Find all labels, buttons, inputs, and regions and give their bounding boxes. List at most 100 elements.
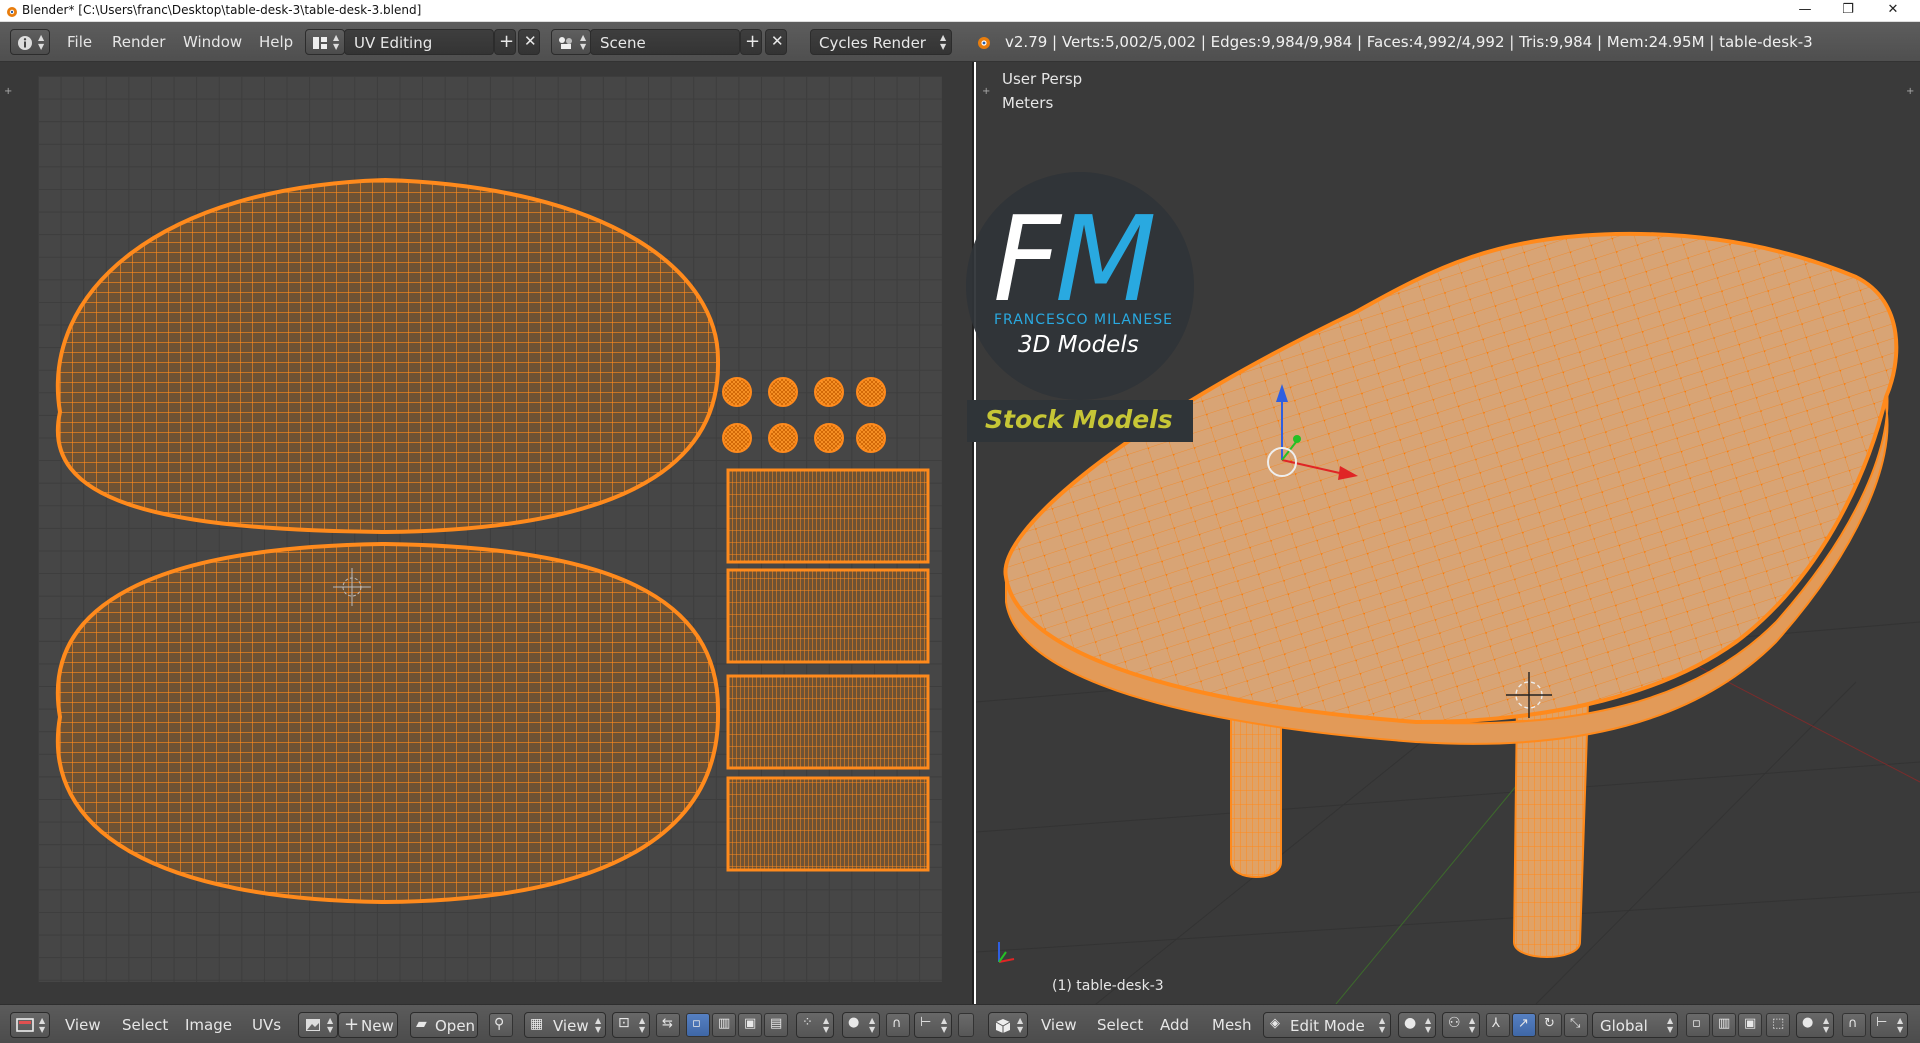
translate-manipulator-button[interactable]: ↗ — [1512, 1013, 1536, 1037]
snap-3d-toggle-button[interactable]: ∩ — [1842, 1013, 1866, 1037]
screen-layout-field[interactable]: UV Editing — [344, 29, 494, 55]
image-browse[interactable]: ▲ ▼ — [298, 1012, 338, 1038]
view3d-editor-type-menu[interactable]: ▲ ▼ — [988, 1012, 1028, 1038]
sync-icon: ⇆ — [662, 1016, 673, 1031]
pivot-dropdown[interactable]: ⊡ ▲ ▼ — [612, 1012, 650, 1038]
menu-render[interactable]: Render — [112, 33, 165, 51]
view3d-menu-view[interactable]: View — [1041, 1016, 1077, 1034]
uv-editor-type-menu[interactable]: ▲ ▼ — [10, 1012, 50, 1038]
uv-menu-uvs[interactable]: UVs — [252, 1016, 281, 1034]
pivot-point-dropdown[interactable]: ⚇ ▲ ▼ — [1442, 1012, 1480, 1038]
face-mode-icon: ▣ — [1744, 1016, 1757, 1031]
pivot-icon: ⚇ — [1448, 1015, 1461, 1031]
shading-sphere-icon: ● — [1404, 1015, 1417, 1031]
island-select-button[interactable]: ▤ — [764, 1013, 788, 1037]
chevron-updown-icon: ▲ ▼ — [1469, 1016, 1476, 1034]
scene-icon — [559, 37, 572, 49]
add-layout-button[interactable]: + — [494, 29, 516, 55]
scene-field[interactable]: Scene — [590, 29, 740, 55]
maximize-button[interactable]: ❐ — [1825, 0, 1871, 22]
watermark-stock-banner: Stock Models — [967, 400, 1193, 442]
sticky-select-dropdown[interactable]: ⁘ ▲ ▼ — [796, 1012, 834, 1038]
snap-element-icon: ⊢ — [920, 1015, 932, 1030]
viewport-shading-dropdown[interactable]: ● ▲ ▼ — [1398, 1012, 1436, 1038]
close-button[interactable]: ✕ — [1870, 0, 1916, 22]
remove-layout-button[interactable]: ✕ — [518, 29, 540, 55]
chevron-updown-icon: ▲ ▼ — [1379, 1016, 1386, 1034]
remove-scene-button[interactable]: ✕ — [765, 29, 787, 55]
snap-3d-element-dropdown[interactable]: ⊢ ▲ ▼ — [1870, 1012, 1908, 1038]
proportional-edit-dropdown[interactable]: ● ▲ ▼ — [842, 1012, 880, 1038]
uv-menu-view[interactable]: View — [65, 1016, 101, 1034]
folder-icon: ▰ — [416, 1016, 427, 1032]
vertex-select-button[interactable]: ▫ — [686, 1013, 710, 1037]
view3d-menu-mesh[interactable]: Mesh — [1212, 1016, 1252, 1034]
proportional-icon: ● — [848, 1015, 860, 1030]
image-icon — [306, 1019, 320, 1031]
chevron-updown-icon: ▲ ▼ — [39, 1016, 46, 1034]
scale-manipulator-button[interactable]: ⤡ — [1564, 1013, 1588, 1037]
scene-name: Scene — [600, 34, 646, 52]
manipulator-toggle-button[interactable]: ⅄ — [1486, 1013, 1510, 1037]
new-image-button[interactable]: + New — [338, 1012, 398, 1038]
scene-browse[interactable]: ▲ ▼ — [551, 29, 591, 55]
pin-icon: ⚲ — [494, 1016, 505, 1032]
menu-window[interactable]: Window — [183, 33, 242, 51]
layer-1-button[interactable]: ▫ — [1686, 1013, 1710, 1037]
editor-headers: ▲ ▼ View Select Image UVs ▲ ▼ + New ▰ Open… — [0, 1004, 1920, 1043]
uv-islands[interactable] — [0, 62, 974, 1004]
magnet-icon: ∩ — [892, 1016, 902, 1031]
watermark-logo-subtitle: 3D Models — [1018, 332, 1139, 358]
interaction-mode-dropdown[interactable]: ◈ Edit Mode ▲ ▼ — [1263, 1012, 1391, 1038]
close-icon: ✕ — [771, 32, 784, 50]
limit-selection-button[interactable]: ⬚ — [1766, 1013, 1790, 1037]
minimize-button[interactable]: — — [1782, 0, 1828, 22]
rotate-manipulator-button[interactable]: ↻ — [1538, 1013, 1562, 1037]
view3d-menu-select[interactable]: Select — [1097, 1016, 1143, 1034]
proportional-icon: ● — [1802, 1015, 1814, 1030]
watermark-logo-fm: FM — [993, 190, 1157, 328]
proportional-edit-3d-dropdown[interactable]: ● ▲ ▼ — [1796, 1012, 1834, 1038]
face-mode-button[interactable]: ▣ — [1738, 1013, 1762, 1037]
cube-icon — [995, 1019, 1011, 1033]
uv-image-editor[interactable]: + — [0, 62, 974, 1004]
pin-image-button[interactable]: ⚲ — [489, 1013, 513, 1037]
transform-orientation-label: Global — [1600, 1017, 1648, 1035]
add-scene-button[interactable]: + — [740, 29, 762, 55]
chevron-updown-icon: ▲ ▼ — [1897, 1016, 1904, 1034]
uv-view-mode-dropdown[interactable]: ▦ View ▲ ▼ — [524, 1012, 606, 1038]
plus-icon: + — [499, 31, 515, 52]
sync-selection-button[interactable]: ⇆ — [656, 1013, 680, 1037]
chevron-updown-icon: ▲ ▼ — [327, 1016, 334, 1034]
render-engine-dropdown[interactable]: Cycles Render ▲ ▼ — [810, 29, 952, 55]
edge-mode-button[interactable]: ▥ — [1712, 1013, 1736, 1037]
face-select-button[interactable]: ▣ — [738, 1013, 762, 1037]
open-image-button[interactable]: ▰ Open — [410, 1012, 478, 1038]
snap-toggle-button[interactable]: ∩ — [886, 1013, 910, 1037]
uv-island-tabletop-top — [55, 177, 721, 535]
texture-channel-button[interactable] — [958, 1013, 974, 1037]
edge-select-button[interactable]: ▥ — [712, 1013, 736, 1037]
chevron-updown-icon: ▲ ▼ — [595, 1016, 602, 1034]
uv-leg-strips — [726, 468, 930, 872]
view-axis-widget — [998, 942, 1015, 963]
chevron-updown-icon: ▲ ▼ — [1425, 1016, 1432, 1034]
screen-layout-name: UV Editing — [354, 34, 433, 52]
table-leg-left — [1230, 711, 1282, 878]
vertex-select-icon: ▫ — [692, 1016, 701, 1031]
snap-element-dropdown[interactable]: ⊢ ▲ ▼ — [914, 1012, 952, 1038]
edge-mode-icon: ▥ — [1718, 1016, 1731, 1031]
uv-menu-select[interactable]: Select — [122, 1016, 168, 1034]
view3d-menu-add[interactable]: Add — [1160, 1016, 1189, 1034]
menu-file[interactable]: File — [67, 33, 92, 51]
editor-type-menu[interactable]: ▲ ▼ — [10, 29, 50, 55]
uv-menu-image[interactable]: Image — [185, 1016, 232, 1034]
layout-grid-icon — [313, 37, 327, 49]
transform-orientation-dropdown[interactable]: Global ▲ ▼ — [1592, 1012, 1678, 1038]
uv-island-tabletop-bottom — [55, 541, 721, 905]
uv-leg-caps — [722, 377, 886, 453]
menu-help[interactable]: Help — [259, 33, 293, 51]
blender-logo-icon — [978, 37, 990, 49]
screen-layout-browse[interactable]: ▲ ▼ — [305, 29, 345, 55]
blender-app-icon — [7, 7, 17, 17]
